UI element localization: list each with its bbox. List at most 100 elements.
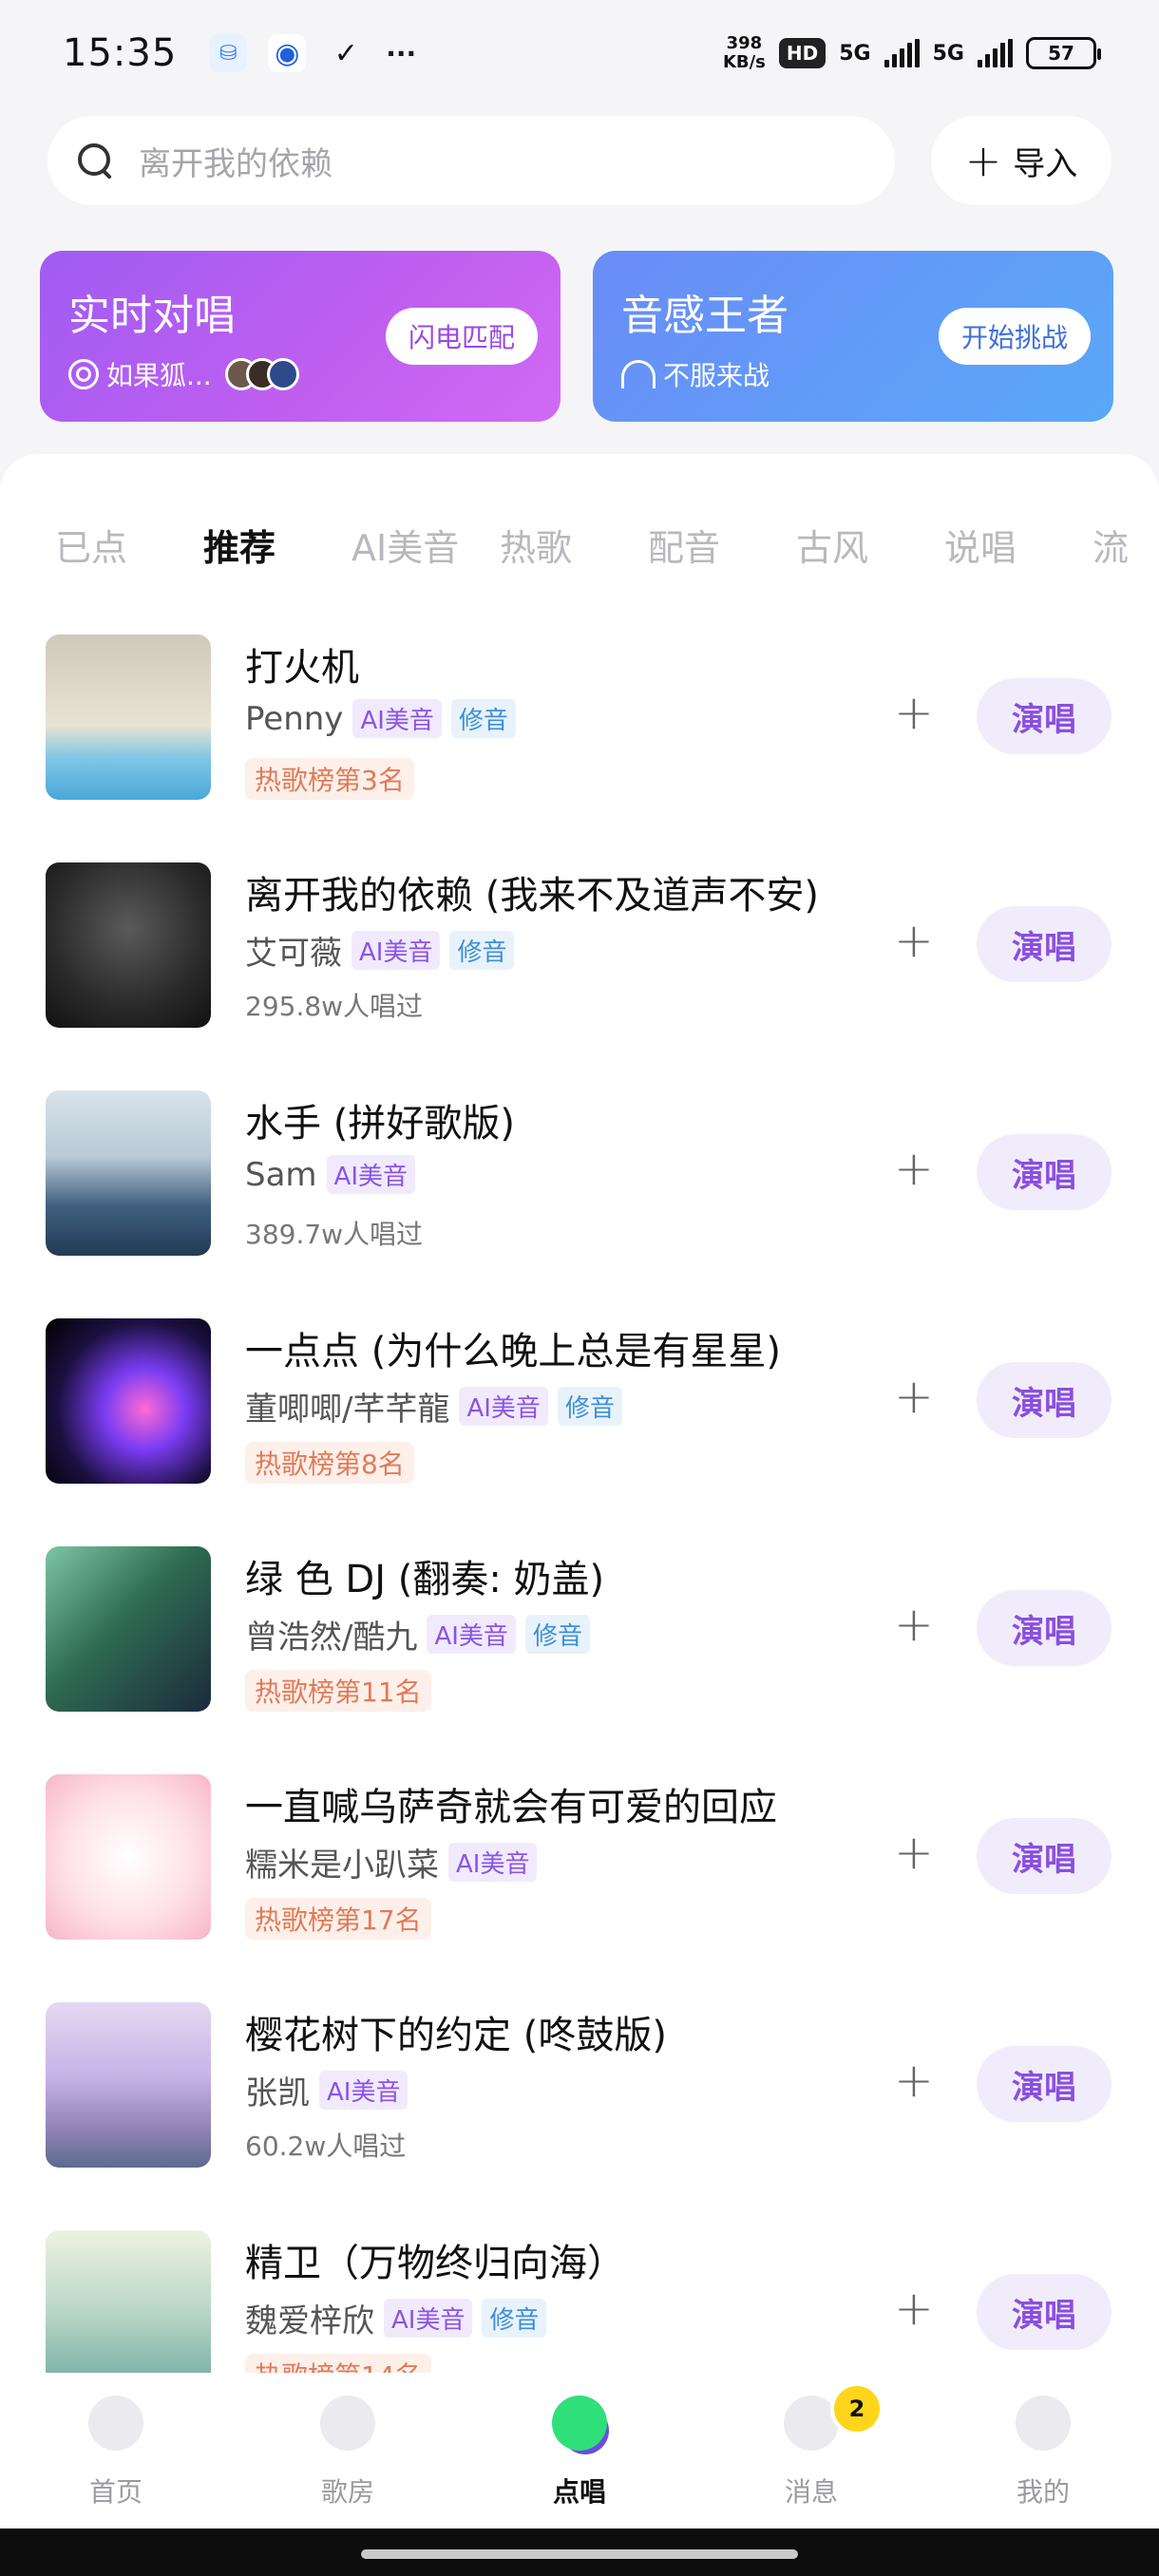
unread-badge: 2 <box>830 2382 884 2435</box>
search-bar[interactable]: 离开我的依赖 <box>48 116 895 205</box>
tab-7[interactable]: 流 <box>1092 519 1159 571</box>
song-cover <box>46 1774 211 1940</box>
song-title: 一点点 (为什么晚上总是有星星) <box>245 1330 781 1373</box>
sing-button[interactable]: 演唱 <box>977 906 1112 982</box>
add-to-list-button[interactable]: + <box>889 1144 939 1193</box>
headphone-icon <box>621 360 656 388</box>
song-row[interactable]: 精卫（万物终归向海） 魏爱梓欣 AI美音修音热歌榜第14名 + 演唱 <box>0 2230 1159 2373</box>
tab-5[interactable]: 古风 <box>796 519 944 571</box>
song-meta: 张凯 AI美音 <box>245 2067 408 2113</box>
bottom-navigation: 首页 歌房 点唱 消息 2 我的 <box>0 2373 1159 2529</box>
song-row[interactable]: 绿 色 DJ (翻奏: 奶盖) 曾浩然/酷九 AI美音 修音 热歌榜第11名 + 演唱 <box>0 1546 1159 1774</box>
sing-button[interactable]: 演唱 <box>977 1590 1112 1666</box>
status-bar: 15:35 ⛁ ◉ ✓ ··· 398 KB/s HD 5G 5G 57 <box>0 0 1159 106</box>
song-row[interactable]: 水手 (拼好歌版) Sam AI美音 389.7w人唱过 + 演唱 <box>0 1090 1159 1318</box>
song-meta: 董唧唧/芊芊龍 AI美音 修音 <box>245 1383 622 1430</box>
add-to-list-button[interactable]: + <box>889 1372 939 1421</box>
sing-button[interactable]: 演唱 <box>977 2046 1112 2122</box>
search-placeholder: 离开我的依赖 <box>139 144 332 183</box>
sing-count: 60.2w人唱过 <box>245 2131 407 2162</box>
tab-3[interactable]: 热歌 <box>500 519 648 571</box>
live-duet-card[interactable]: 实时对唱 如果狐... 闪电匹配 <box>40 251 560 422</box>
song-artist: 魏爱梓欣 <box>245 2302 374 2340</box>
song-row[interactable]: 打火机 Penny AI美音 修音 热歌榜第3名 + 演唱 <box>0 635 1159 862</box>
song-meta: Sam AI美音 <box>245 1155 416 1194</box>
gesture-area <box>0 2529 1159 2576</box>
network-speed-value: 398 <box>726 33 763 53</box>
participant-avatars <box>224 358 299 390</box>
add-to-list-button[interactable]: + <box>889 916 939 965</box>
tab-0[interactable]: 已点 <box>55 519 203 571</box>
song-artist: 曾浩然/酷九 <box>245 1619 418 1657</box>
network-type-2: 5G <box>932 41 964 66</box>
sing-button[interactable]: 演唱 <box>977 1818 1112 1894</box>
ai-voice-badge: AI美音 <box>326 1155 416 1194</box>
lightning-match-button[interactable]: 闪电匹配 <box>385 308 538 365</box>
nav-item-4[interactable]: 我的 <box>927 2373 1159 2529</box>
rhythm-king-card[interactable]: 音感王者 不服来战 开始挑战 <box>593 251 1113 422</box>
song-cover <box>46 1318 211 1484</box>
ai-voice-badge: AI美音 <box>319 2071 408 2110</box>
song-panel: 已点 推荐 AI美音 热歌 配音 古风 说唱流 打火机 Penny AI美音 修音 热歌榜第3名 + 演… <box>0 454 1159 2373</box>
add-to-list-button[interactable]: + <box>889 2283 939 2333</box>
network-speed-unit: KB/s <box>722 52 766 72</box>
chart-rank-badge: 热歌榜第8名 <box>245 1442 414 1484</box>
sing-button[interactable]: 演唱 <box>977 1362 1112 1438</box>
song-row[interactable]: 一点点 (为什么晚上总是有星星) 董唧唧/芊芊龍 AI美音 修音热歌榜第8名 + 演唱 <box>0 1318 1159 1546</box>
pitch-fix-badge: 修音 <box>482 2299 547 2338</box>
signal-icon <box>884 39 920 67</box>
start-challenge-button[interactable]: 开始挑战 <box>938 308 1091 365</box>
nav-label: 消息 <box>784 2476 838 2508</box>
hd-icon: HD <box>778 38 826 68</box>
tab-label: 流 <box>1092 527 1130 569</box>
system-indicators: 398 KB/s HD 5G 5G 57 <box>722 33 1101 72</box>
song-row[interactable]: 樱花树下的约定 (咚鼓版) 张凯 AI美音 60.2w人唱过 + 演唱 <box>0 2002 1159 2230</box>
add-to-list-button[interactable]: + <box>889 1600 939 1649</box>
pitch-fix-badge: 修音 <box>449 931 515 970</box>
nav-item-2[interactable]: 点唱 <box>464 2373 695 2529</box>
nav-item-0[interactable]: 首页 <box>0 2373 232 2529</box>
sing-count: 389.7w人唱过 <box>245 1219 424 1250</box>
sing-button[interactable]: 演唱 <box>977 678 1112 754</box>
ai-voice-badge: AI美音 <box>448 1843 538 1882</box>
song-artist: Penny <box>245 699 344 738</box>
tab-2[interactable]: AI美音 <box>352 519 500 571</box>
plus-icon: + <box>964 135 1002 186</box>
pitch-fix-badge: 修音 <box>524 1615 590 1654</box>
sing-button[interactable]: 演唱 <box>977 1134 1112 1210</box>
add-to-list-button[interactable]: + <box>889 2055 939 2105</box>
home-icon <box>88 2396 143 2451</box>
song-title: 精卫（万物终归向海） <box>245 2242 625 2285</box>
song-cover <box>46 1090 211 1256</box>
song-meta: 魏爱梓欣 AI美音 修音 <box>245 2295 547 2341</box>
add-to-list-button[interactable]: + <box>889 688 939 737</box>
song-artist: 糯米是小趴菜 <box>245 1847 439 1885</box>
song-title: 绿 色 DJ (翻奏: 奶盖) <box>245 1558 605 1601</box>
sing-button[interactable]: 演唱 <box>977 2274 1112 2350</box>
song-cover <box>46 2002 211 2168</box>
search-icon <box>70 136 120 185</box>
disc-icon <box>68 359 99 389</box>
signal-icon <box>978 39 1013 67</box>
music-note-icon <box>320 2396 375 2451</box>
song-meta: Penny AI美音 修音 <box>245 699 516 738</box>
import-button[interactable]: + 导入 <box>931 116 1112 205</box>
song-meta: 糯米是小趴菜 AI美音 <box>245 1839 538 1885</box>
nav-item-1[interactable]: 歌房 <box>232 2373 464 2529</box>
tab-6[interactable]: 说唱 <box>944 519 1092 571</box>
battery-icon: 57 <box>1026 37 1101 69</box>
clock: 15:35 <box>63 31 178 75</box>
song-meta: 曾浩然/酷九 AI美音 修音 <box>245 1611 590 1657</box>
song-title: 打火机 <box>245 646 359 690</box>
add-to-list-button[interactable]: + <box>889 1828 939 1877</box>
nav-item-3[interactable]: 消息 2 <box>695 2373 927 2529</box>
song-row[interactable]: 离开我的依赖 (我来不及道声不安) 艾可薇 AI美音 修音 295.8w人唱过 + 演唱 <box>0 862 1159 1090</box>
song-artist: Sam <box>245 1155 317 1194</box>
tab-4[interactable]: 配音 <box>648 519 796 571</box>
tab-1[interactable]: 推荐 <box>203 519 352 573</box>
song-title: 水手 (拼好歌版) <box>245 1102 515 1146</box>
gesture-bar[interactable] <box>361 2549 798 2559</box>
song-row[interactable]: 一直喊乌萨奇就会有可爱的回应 糯米是小趴菜 AI美音 热歌榜第17名 + 演唱 <box>0 1774 1159 2002</box>
tab-label: 推荐 <box>203 527 276 569</box>
sing-icon <box>552 2396 607 2451</box>
